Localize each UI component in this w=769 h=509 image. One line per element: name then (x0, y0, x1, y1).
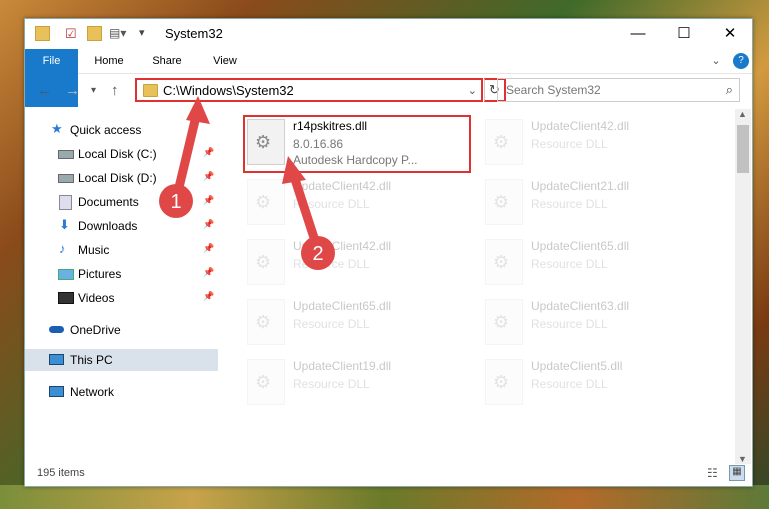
new-folder-icon[interactable] (87, 26, 102, 41)
pin-icon[interactable]: 📌 (203, 267, 214, 278)
drive-icon (58, 174, 74, 183)
dll-file-icon (247, 299, 285, 345)
music-icon: ♪ (59, 241, 66, 256)
customize-toolbar-icon[interactable]: ▤▾ (109, 26, 126, 42)
chevron-down-icon[interactable]: ⌄ (468, 84, 477, 97)
scroll-up-icon[interactable]: ▲ (738, 109, 747, 119)
tab-home[interactable]: Home (87, 49, 131, 73)
videos-icon (58, 292, 74, 304)
address-bar[interactable]: C:\Windows\System32 ⌄ (135, 78, 483, 102)
file-item[interactable]: UpdateClient42.dll Resource DLL (245, 177, 475, 235)
folder-icon (35, 26, 50, 41)
file-highlight-box (243, 115, 471, 173)
pictures-icon (58, 269, 74, 280)
dll-file-icon (247, 239, 285, 285)
file-item[interactable]: UpdateClient65.dll Resource DLL (483, 237, 713, 295)
address-row: ← → ▾ ↑ C:\Windows\System32 ⌄ ↻ Search S… (25, 74, 752, 106)
file-item[interactable]: UpdateClient65.dll Resource DLL (245, 297, 475, 355)
sidebar-item-quick-access[interactable]: ★ Quick access (25, 119, 218, 141)
search-input[interactable]: Search System32 ⌕ (497, 78, 740, 102)
network-icon (49, 386, 64, 397)
search-icon: ⌕ (725, 82, 733, 97)
navigation-pane: ★ Quick access Local Disk (C:) 📌 Local D… (25, 109, 220, 461)
dll-file-icon (485, 359, 523, 405)
minimize-button[interactable]: — (615, 19, 661, 49)
pin-icon[interactable]: 📌 (203, 243, 214, 254)
file-item[interactable]: UpdateClient21.dll Resource DLL (483, 177, 713, 235)
help-icon[interactable]: ? (733, 53, 749, 69)
folder-icon (143, 84, 158, 97)
file-item[interactable]: UpdateClient63.dll Resource DLL (483, 297, 713, 355)
downloads-icon: ⬇ (59, 217, 70, 232)
file-item[interactable]: UpdateClient5.dll Resource DLL (483, 357, 713, 415)
dll-file-icon (247, 179, 285, 225)
up-button[interactable]: ↑ (111, 82, 119, 99)
maximize-button[interactable]: ☐ (661, 19, 707, 49)
file-list: r14pskitres.dll 8.0.16.86 Autodesk Hardc… (235, 109, 735, 461)
search-placeholder: Search System32 (506, 83, 601, 97)
file-item[interactable]: UpdateClient42.dll Resource DLL (483, 117, 713, 175)
explorer-window: ☑ ▤▾ ▾ System32 — ☐ ✕ File Home Share Vi… (24, 18, 753, 487)
file-item[interactable]: UpdateClient19.dll Resource DLL (245, 357, 475, 415)
scrollbar-thumb[interactable] (737, 125, 749, 173)
qa-dropdown-icon[interactable]: ▾ (139, 26, 145, 42)
sidebar-item-this-pc[interactable]: This PC (25, 349, 218, 371)
forward-button[interactable]: → (65, 82, 80, 99)
details-view-icon[interactable]: ☷ (707, 466, 718, 480)
pin-icon[interactable]: 📌 (203, 171, 214, 182)
desktop-background (0, 485, 769, 509)
properties-icon[interactable]: ☑ (65, 26, 77, 42)
star-icon: ★ (51, 121, 63, 136)
sidebar-item-local-disk-d[interactable]: Local Disk (D:) 📌 (25, 167, 218, 189)
sidebar-item-network[interactable]: Network (25, 381, 218, 403)
drive-icon (58, 150, 74, 159)
dll-file-icon (485, 179, 523, 225)
dll-file-icon (485, 299, 523, 345)
documents-icon (59, 195, 72, 210)
window-title: System32 (165, 26, 223, 41)
pc-icon (49, 354, 64, 365)
ribbon: File Home Share View ⌄ ? (25, 49, 752, 107)
dll-file-icon (247, 359, 285, 405)
pin-icon[interactable]: 📌 (203, 195, 214, 206)
cloud-icon (49, 326, 64, 333)
title-bar: ☑ ▤▾ ▾ System32 — ☐ ✕ (25, 19, 752, 49)
recent-locations-icon[interactable]: ▾ (91, 85, 96, 96)
pin-icon[interactable]: 📌 (203, 219, 214, 230)
expand-ribbon-icon[interactable]: ⌄ (707, 49, 725, 73)
tiles-view-icon[interactable]: ▦ (729, 465, 745, 481)
back-button[interactable]: ← (37, 82, 52, 99)
pin-icon[interactable]: 📌 (203, 147, 214, 158)
status-bar: 195 items ☷ ▦ (25, 462, 752, 486)
sidebar-item-pictures[interactable]: Pictures 📌 (25, 263, 218, 285)
tab-view[interactable]: View (203, 49, 247, 73)
tab-share[interactable]: Share (145, 49, 189, 73)
sidebar-item-music[interactable]: ♪ Music 📌 (25, 239, 218, 261)
sidebar-item-documents[interactable]: Documents 📌 (25, 191, 218, 213)
item-count: 195 items (37, 467, 85, 479)
vertical-scrollbar[interactable]: ▲ ▼ (735, 109, 751, 464)
sidebar-item-downloads[interactable]: ⬇ Downloads 📌 (25, 215, 218, 237)
close-button[interactable]: ✕ (707, 19, 753, 49)
pin-icon[interactable]: 📌 (203, 291, 214, 302)
sidebar-item-videos[interactable]: Videos 📌 (25, 287, 218, 309)
dll-file-icon (485, 239, 523, 285)
address-path: C:\Windows\System32 (163, 83, 294, 98)
sidebar-item-onedrive[interactable]: OneDrive (25, 319, 218, 341)
sidebar-item-local-disk-c[interactable]: Local Disk (C:) 📌 (25, 143, 218, 165)
dll-file-icon (485, 119, 523, 165)
file-item[interactable]: UpdateClient42.dll Resource DLL (245, 237, 475, 295)
